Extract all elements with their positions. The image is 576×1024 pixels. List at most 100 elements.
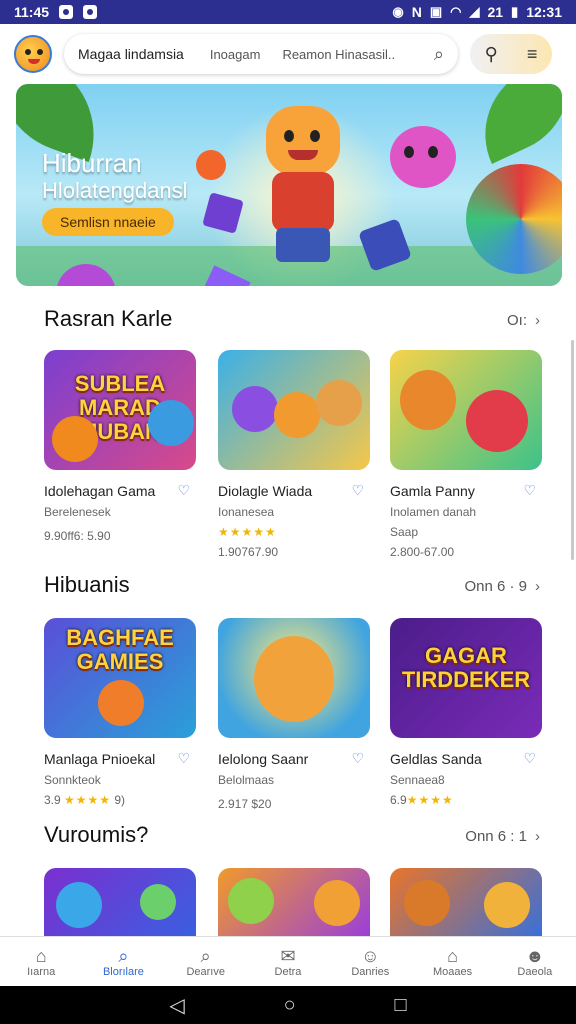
search-icon[interactable]: ⌕ <box>434 44 444 65</box>
banner-mascot <box>252 106 352 266</box>
wishlist-heart-icon[interactable]: ♡ <box>351 482 364 499</box>
home-icon[interactable]: ⌂ <box>36 946 47 966</box>
game-card[interactable]: Gamla Panny ♡ Inolamen danah Saap 2.800-6… <box>390 350 542 559</box>
game-thumbnail[interactable] <box>44 868 196 936</box>
game-thumbnail[interactable] <box>390 350 542 470</box>
nav-item-people[interactable]: ☺ Danries <box>329 937 411 986</box>
status-right-time: 12:31 <box>526 4 562 20</box>
thumbnail-character <box>228 878 274 924</box>
game-card[interactable] <box>44 868 196 936</box>
person-icon[interactable]: ☺ <box>361 946 379 966</box>
wifi-icon: ◠ <box>450 4 462 19</box>
game-thumbnail[interactable] <box>218 868 370 936</box>
banner-cta-button[interactable]: Semlisn nnaeie <box>42 208 174 236</box>
nav-label[interactable]: Danries <box>351 966 389 978</box>
battery-icon: ▮ <box>511 4 519 19</box>
see-all-link[interactable]: Oı: › <box>507 312 540 329</box>
game-title[interactable]: Ielolong Saanr <box>218 751 308 767</box>
bottom-navigation: ⌂ Iıarna ⌕ Blorılare ⌕ Dearıve ✉ Detra ☺ Danr… <box>0 936 576 986</box>
game-title[interactable]: Diolagle Wiada <box>218 483 312 499</box>
chevron-right-icon[interactable]: › <box>535 578 540 595</box>
thumbnail-character <box>466 390 528 452</box>
account-menu-pill[interactable]: ⚲ ≡ <box>470 34 552 74</box>
game-thumbnail[interactable]: BAGHFAE GAMIES <box>44 618 196 738</box>
search-bar[interactable]: Magaa lindamsia Inoagam Reamon Hinasasil… <box>64 34 458 74</box>
house-icon[interactable]: ⌂ <box>447 946 458 966</box>
thumbnail-character <box>232 386 278 432</box>
nav-item-house[interactable]: ⌂ Moaaes <box>411 937 493 986</box>
game-rating-line: 3.9 ★★★★ 9) <box>44 793 196 807</box>
account-icon[interactable]: ⚲ <box>485 44 498 65</box>
game-title[interactable]: Idolehagan Gama <box>44 483 155 499</box>
game-title[interactable]: Gamla Panny <box>390 483 475 499</box>
game-card[interactable] <box>218 868 370 936</box>
wishlist-heart-icon[interactable]: ♡ <box>177 750 190 767</box>
nav-label[interactable]: Daeola <box>517 966 552 978</box>
see-all-label[interactable]: Onn 6 · 9 <box>464 578 527 595</box>
nav-item-home[interactable]: ⌂ Iıarna <box>0 937 82 986</box>
game-thumbnail[interactable]: GAGAR TIRDDEKER <box>390 618 542 738</box>
search-query-secondary[interactable]: Inoagam <box>210 47 261 62</box>
scrollbar[interactable] <box>571 340 574 560</box>
game-card[interactable] <box>390 868 542 936</box>
game-developer: Sonnkteok <box>44 773 101 787</box>
game-card[interactable]: SUBLEA MARAD MUBAN Idolehagan Gama ♡ Bere… <box>44 350 196 543</box>
thumbnail-character <box>140 884 176 920</box>
thumbnail-character <box>56 882 102 928</box>
thumbnail-character <box>254 636 334 722</box>
back-icon[interactable]: ◁ <box>169 993 184 1018</box>
nav-item-search[interactable]: ⌕ Dearıve <box>165 937 247 986</box>
see-all-link[interactable]: Onn 6 · 9 › <box>464 578 540 595</box>
star-rating-icon: ★★★★ <box>64 793 112 807</box>
wishlist-heart-icon[interactable]: ♡ <box>351 750 364 767</box>
thumbnail-character <box>52 416 98 462</box>
nav-item-profile[interactable]: ☻ Daeola <box>494 937 576 986</box>
thumbnail-character <box>148 400 194 446</box>
search-query-tertiary[interactable]: Reamon Hinasasil... <box>282 47 394 62</box>
game-title[interactable]: Geldlas Sanda <box>390 751 482 767</box>
nav-label[interactable]: Detra <box>275 966 302 978</box>
chevron-right-icon[interactable]: › <box>535 828 540 845</box>
mascot-body <box>272 172 334 232</box>
featured-banner[interactable]: Hiburran Hlolatengdansl Semlisn nnaeie <box>16 84 562 286</box>
game-card[interactable]: GAGAR TIRDDEKER Geldlas Sanda ♡ Sennaea8 … <box>390 618 542 807</box>
search-icon[interactable]: ⌕ <box>118 946 128 966</box>
wishlist-heart-icon[interactable]: ♡ <box>523 482 536 499</box>
nav-label[interactable]: Dearıve <box>186 966 225 978</box>
nav-label[interactable]: Iıarna <box>27 966 55 978</box>
see-all-link[interactable]: Onn 6 : 1 › <box>465 828 540 845</box>
game-thumbnail[interactable] <box>218 618 370 738</box>
search-query-primary[interactable]: Magaa lindamsia <box>78 46 184 62</box>
section-title: Rasran Karle <box>44 306 173 331</box>
game-card[interactable]: Diolagle Wiada ♡ Ionanesea ★★★★★ 1.90767.… <box>218 350 370 559</box>
banner-pink-creature <box>390 126 456 188</box>
nav-label[interactable]: Blorılare <box>103 966 144 978</box>
avatar[interactable] <box>14 35 52 73</box>
game-thumbnail[interactable] <box>390 868 542 936</box>
banner-subtitle: Hlolatengdansl <box>42 178 188 203</box>
nav-item-mail[interactable]: ✉ Detra <box>247 937 329 986</box>
mail-icon[interactable]: ✉ <box>280 946 295 966</box>
banner-title: Hiburran <box>42 148 142 178</box>
game-card[interactable]: BAGHFAE GAMIES Manlaga Pnioekal ♡ Sonnkte… <box>44 618 196 807</box>
see-all-label[interactable]: Oı: <box>507 312 527 329</box>
thumbnail-character <box>316 380 362 426</box>
game-rating-suffix: 9) <box>111 793 126 807</box>
see-all-label[interactable]: Onn 6 : 1 <box>465 828 527 845</box>
game-thumbnail[interactable]: SUBLEA MARAD MUBAN <box>44 350 196 470</box>
profile-icon[interactable]: ☻ <box>525 946 544 966</box>
nav-label[interactable]: Moaaes <box>433 966 472 978</box>
section-title: Hibuanis <box>44 572 130 597</box>
game-title[interactable]: Manlaga Pnioekal <box>44 751 155 767</box>
wishlist-heart-icon[interactable]: ♡ <box>523 750 536 767</box>
search-icon[interactable]: ⌕ <box>201 946 211 966</box>
game-thumbnail[interactable] <box>218 350 370 470</box>
recents-icon[interactable]: □ <box>394 994 406 1017</box>
status-time: 11:45 <box>14 4 50 20</box>
menu-icon[interactable]: ≡ <box>527 44 538 65</box>
nav-item-explore[interactable]: ⌕ Blorılare <box>82 937 164 986</box>
wishlist-heart-icon[interactable]: ♡ <box>177 482 190 499</box>
home-circle-icon[interactable]: ○ <box>284 994 296 1017</box>
game-card[interactable]: Ielolong Saanr ♡ Belolmaas 2.917 $20 <box>218 618 370 811</box>
chevron-right-icon[interactable]: › <box>535 312 540 329</box>
